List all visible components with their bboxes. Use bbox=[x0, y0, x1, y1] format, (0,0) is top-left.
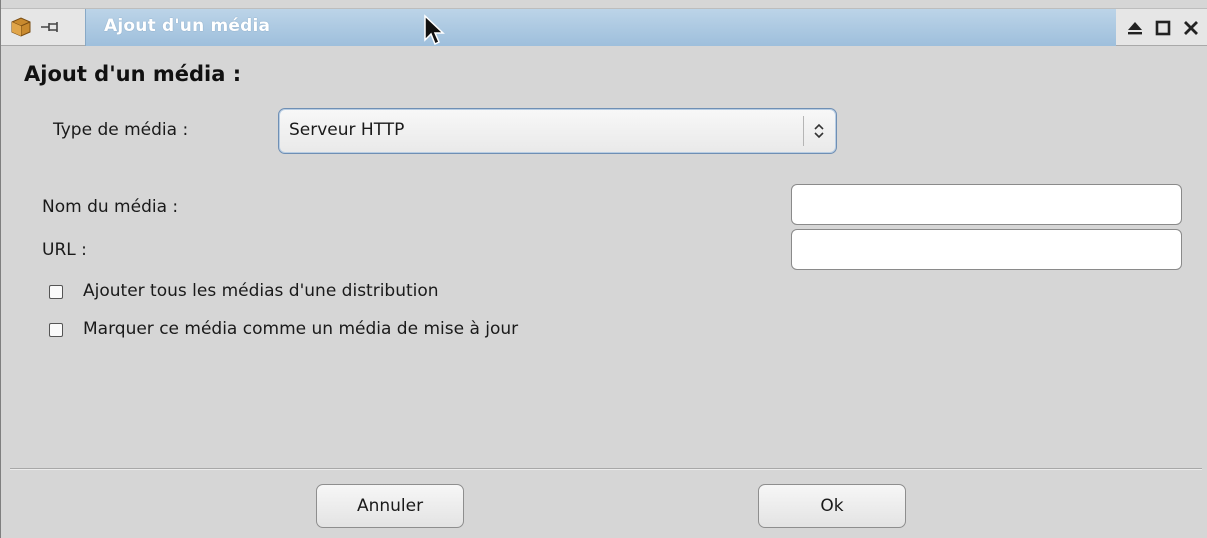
button-area-separator bbox=[10, 468, 1202, 470]
url-input[interactable] bbox=[791, 229, 1182, 270]
ok-button[interactable]: Ok bbox=[758, 484, 906, 528]
active-window-tab[interactable]: Ajout d'un média bbox=[85, 9, 1116, 46]
media-type-select[interactable]: Serveur HTTP bbox=[278, 108, 837, 154]
update-media-checkbox[interactable] bbox=[49, 323, 63, 337]
media-name-label: Nom du média : bbox=[42, 197, 179, 217]
maximize-icon[interactable] bbox=[1153, 18, 1173, 38]
dialog-heading: Ajout d'un média : bbox=[24, 62, 242, 86]
media-name-input[interactable] bbox=[791, 184, 1182, 225]
url-label: URL : bbox=[42, 240, 87, 260]
close-icon[interactable] bbox=[1181, 18, 1201, 38]
package-box-icon[interactable] bbox=[9, 15, 33, 39]
update-media-label[interactable]: Marquer ce média comme un média de mise … bbox=[83, 319, 518, 339]
pin-icon[interactable] bbox=[39, 17, 63, 37]
up-down-chevron-icon[interactable] bbox=[811, 121, 827, 141]
window-title: Ajout d'un média bbox=[104, 16, 271, 36]
media-type-selected-value: Serveur HTTP bbox=[289, 120, 405, 140]
media-type-label: Type de média : bbox=[53, 120, 189, 140]
cancel-button[interactable]: Annuler bbox=[316, 484, 464, 528]
add-all-media-label[interactable]: Ajouter tous les médias d'une distributi… bbox=[83, 281, 439, 301]
media-add-window: Ajout d'un média Ajout d'un média : Type… bbox=[0, 0, 1207, 538]
combo-divider bbox=[803, 116, 804, 146]
mouse-cursor-icon bbox=[424, 14, 445, 46]
add-all-media-checkbox[interactable] bbox=[49, 285, 63, 299]
eject-icon[interactable] bbox=[1125, 18, 1145, 38]
title-bar[interactable]: Ajout d'un média bbox=[1, 8, 1207, 46]
